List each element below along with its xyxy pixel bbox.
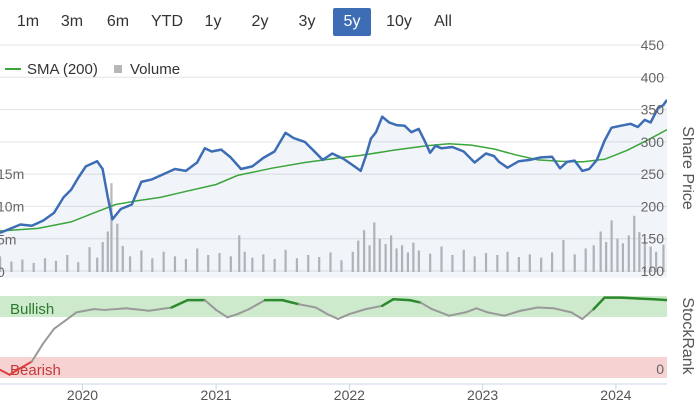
legend-volume-swatch <box>114 65 122 73</box>
price-tick-label: 100 <box>641 263 665 279</box>
legend-sma-label: SMA (200) <box>27 61 98 78</box>
price-tick-label: 200 <box>641 198 665 214</box>
rank-axis-title: StockRank <box>679 297 694 375</box>
volume-tick-label: 0 <box>0 264 5 280</box>
legend: SMA (200) Volume <box>5 61 180 78</box>
stockrank-segment <box>536 306 555 310</box>
x-axis-year-label: 2021 <box>201 387 232 402</box>
price-tick-label: 300 <box>641 134 665 150</box>
x-axis: 2020 2021 2022 2023 2024 <box>0 383 667 402</box>
volume-tick-label: 5m <box>0 231 16 247</box>
x-axis-year-label: 2022 <box>334 387 365 402</box>
price-tick-label: 250 <box>641 166 665 182</box>
stockrank-panel: Bullish Bearish 0 StockRank <box>0 296 694 379</box>
stockrank-segment <box>92 308 106 311</box>
price-axis-title: Share Price <box>679 126 694 210</box>
rank-axis-tick: 0 <box>656 361 664 377</box>
price-tick-label: 450 <box>641 37 665 53</box>
bullish-label: Bullish <box>10 301 54 318</box>
stockrank-segment <box>53 319 67 330</box>
stockrank-segment <box>391 298 411 302</box>
stock-chart: 100 150 200 250 300 350 400 450 0 5m 10m 15m Share… <box>0 37 694 402</box>
price-panel: 100 150 200 250 300 350 400 450 0 5m 10m 15m Share… <box>0 37 694 280</box>
legend-volume-label: Volume <box>130 61 180 78</box>
volume-tick-label: 15m <box>0 166 24 182</box>
stockrank-segment <box>42 327 56 345</box>
x-axis-year-label: 2020 <box>67 387 98 402</box>
stockrank-segment <box>636 297 656 301</box>
bullish-band <box>0 296 667 317</box>
price-tick-label: 350 <box>641 102 665 118</box>
price-tick-label: 400 <box>641 69 665 85</box>
price-tick-label: 150 <box>641 231 665 247</box>
price-area <box>0 99 667 278</box>
stockrank-segment <box>619 296 640 300</box>
bearish-band <box>0 357 667 378</box>
volume-tick-label: 10m <box>0 199 24 215</box>
stockrank-segment <box>652 298 667 302</box>
x-axis-year-label: 2024 <box>600 387 631 402</box>
x-axis-year-label: 2023 <box>467 387 498 402</box>
